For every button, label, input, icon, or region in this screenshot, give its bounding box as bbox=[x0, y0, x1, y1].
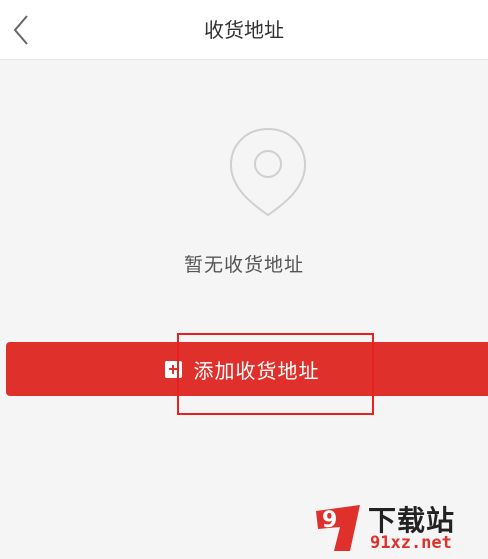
empty-state: 暂无收货地址 bbox=[0, 60, 488, 320]
top-nav-bar: 收货地址 bbox=[0, 0, 488, 60]
chevron-left-icon bbox=[13, 15, 28, 45]
watermark: 9 下载站 91xz.net bbox=[310, 499, 482, 555]
watermark-domain: 91xz.net bbox=[370, 533, 452, 553]
svg-text:9: 9 bbox=[322, 508, 337, 533]
watermark-logo: 9 bbox=[316, 505, 360, 551]
plus-square-icon bbox=[164, 360, 182, 378]
add-address-button[interactable]: 添加收货地址 bbox=[6, 342, 488, 396]
empty-address-message: 暂无收货地址 bbox=[183, 254, 304, 276]
page-title: 收货地址 bbox=[204, 18, 284, 42]
add-address-label: 添加收货地址 bbox=[193, 358, 320, 383]
back-button[interactable] bbox=[0, 0, 44, 60]
location-pin-icon bbox=[229, 127, 307, 217]
